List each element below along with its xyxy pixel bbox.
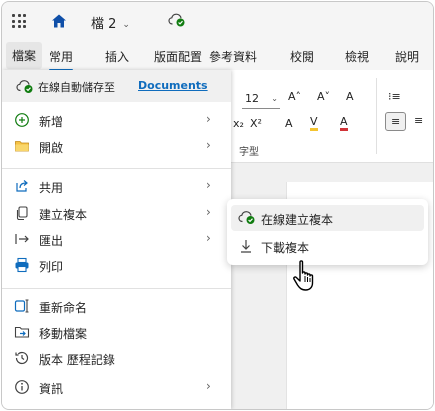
bullets-button[interactable]: ⁝≡ bbox=[388, 90, 401, 103]
grow-font-button[interactable]: A˄ bbox=[288, 90, 301, 103]
history-icon bbox=[15, 351, 29, 365]
tab-home[interactable]: 常用 bbox=[49, 48, 74, 71]
file-menu: 在線自動儲存至 Documents 新增 › 開啟 › 共用 › 建立複本 › bbox=[2, 70, 231, 409]
menu-item-label: 匯出 bbox=[39, 234, 64, 248]
tab-insert[interactable]: 插入 bbox=[105, 48, 129, 65]
autosave-bar: 在線自動儲存至 Documents bbox=[2, 70, 231, 102]
align-center-button[interactable]: ≡ bbox=[414, 114, 423, 127]
hand-cursor-icon bbox=[293, 260, 314, 291]
tab-view[interactable]: 檢視 bbox=[345, 48, 369, 65]
tab-file[interactable]: 檔案 bbox=[6, 42, 43, 69]
tab-layout[interactable]: 版面配置 bbox=[154, 48, 202, 65]
home-icon[interactable] bbox=[51, 13, 67, 29]
chevron-right-icon: › bbox=[206, 112, 211, 126]
menu-separator bbox=[2, 288, 231, 289]
folder-icon bbox=[15, 141, 29, 152]
document-name: 檔 2 bbox=[91, 17, 117, 32]
tab-help[interactable]: 說明 bbox=[395, 48, 419, 65]
cloud-saved-icon bbox=[16, 80, 33, 93]
submenu-item-download-copy[interactable]: 下載複本 bbox=[231, 233, 424, 259]
menu-item-label: 新增 bbox=[39, 115, 64, 129]
submenu-item-label: 在線建立複本 bbox=[261, 213, 334, 227]
submenu-item-copy-online[interactable]: 在線建立複本 bbox=[231, 205, 424, 231]
menu-item-label: 建立複本 bbox=[39, 208, 88, 222]
tab-review[interactable]: 校閱 bbox=[290, 48, 314, 65]
app-window: 檔 2 ⌄ 檔案 常用 插入 版面配置 參考資料 校閱 檢視 說明 12 ⌄ A˄… bbox=[1, 1, 434, 410]
export-icon bbox=[15, 234, 29, 244]
print-icon bbox=[15, 257, 29, 273]
chevron-right-icon: › bbox=[206, 231, 211, 245]
align-left-button[interactable]: ≡ bbox=[385, 112, 407, 131]
title-bar: 檔 2 ⌄ bbox=[2, 2, 433, 40]
document-title[interactable]: 檔 2 ⌄ bbox=[91, 13, 130, 32]
chevron-down-icon: ⌄ bbox=[122, 20, 130, 30]
highlight-button[interactable]: ᐯ bbox=[310, 116, 318, 131]
font-size-value: 12 bbox=[245, 92, 259, 105]
menu-item-share[interactable]: 共用 › bbox=[2, 174, 231, 200]
chevron-down-icon: ⌄ bbox=[271, 94, 278, 103]
menu-item-open[interactable]: 開啟 › bbox=[2, 134, 231, 160]
menu-item-label: 共用 bbox=[39, 181, 64, 195]
shrink-font-button[interactable]: A˅ bbox=[317, 90, 330, 103]
create-copy-submenu: 在線建立複本 下載複本 bbox=[227, 199, 428, 265]
superscript-button[interactable]: X² bbox=[250, 117, 262, 130]
menu-item-label: 開啟 bbox=[39, 141, 64, 155]
menu-item-label: 移動檔案 bbox=[39, 327, 88, 341]
menu-separator bbox=[2, 168, 231, 169]
font-color-button[interactable]: A bbox=[340, 116, 348, 131]
ribbon-tabs: 檔案 常用 插入 版面配置 參考資料 校閱 檢視 說明 bbox=[2, 42, 433, 71]
font-size-select[interactable]: 12 ⌄ bbox=[242, 89, 280, 109]
move-folder-icon bbox=[14, 326, 30, 338]
rename-icon bbox=[14, 299, 29, 313]
copy-icon bbox=[16, 206, 28, 221]
subscript-button[interactable]: x₂ bbox=[233, 117, 244, 130]
cloud-sync-icon bbox=[238, 211, 255, 224]
chevron-right-icon: › bbox=[206, 205, 211, 219]
clear-format-button[interactable]: A bbox=[346, 90, 354, 103]
chevron-right-icon: › bbox=[206, 379, 211, 393]
app-launcher-icon[interactable] bbox=[12, 14, 26, 28]
menu-item-label: 重新命名 bbox=[39, 301, 88, 315]
autosave-location-link[interactable]: Documents bbox=[138, 79, 208, 92]
menu-item-move-file[interactable]: 移動檔案 bbox=[2, 320, 231, 346]
chevron-right-icon: › bbox=[206, 178, 211, 192]
menu-item-rename[interactable]: 重新命名 bbox=[2, 294, 231, 320]
chevron-right-icon: › bbox=[206, 138, 211, 152]
menu-item-create-copy[interactable]: 建立複本 › bbox=[2, 201, 231, 227]
menu-item-label: 版本 歷程記錄 bbox=[39, 353, 115, 367]
menu-item-print[interactable]: 列印 bbox=[2, 253, 231, 279]
menu-item-label: 列印 bbox=[39, 260, 64, 274]
menu-item-export[interactable]: 匯出 › bbox=[2, 227, 231, 253]
menu-item-version-history[interactable]: 版本 歷程記錄 bbox=[2, 346, 231, 372]
info-icon bbox=[15, 380, 29, 394]
tab-references[interactable]: 參考資料 bbox=[209, 48, 257, 65]
plus-circle-icon bbox=[15, 113, 29, 127]
menu-item-new[interactable]: 新增 › bbox=[2, 108, 231, 134]
cloud-saved-icon[interactable] bbox=[168, 12, 186, 28]
menu-item-info[interactable]: 資訊 › bbox=[2, 375, 231, 401]
menu-item-label: 資訊 bbox=[39, 382, 64, 396]
share-icon bbox=[16, 180, 28, 192]
submenu-item-label: 下載複本 bbox=[261, 241, 310, 255]
download-icon bbox=[241, 240, 251, 253]
autosave-label: 在線自動儲存至 bbox=[38, 81, 115, 94]
ribbon-divider bbox=[376, 78, 377, 154]
font-group-label: 字型 bbox=[239, 147, 259, 158]
text-effects-icon[interactable]: A bbox=[285, 117, 293, 130]
